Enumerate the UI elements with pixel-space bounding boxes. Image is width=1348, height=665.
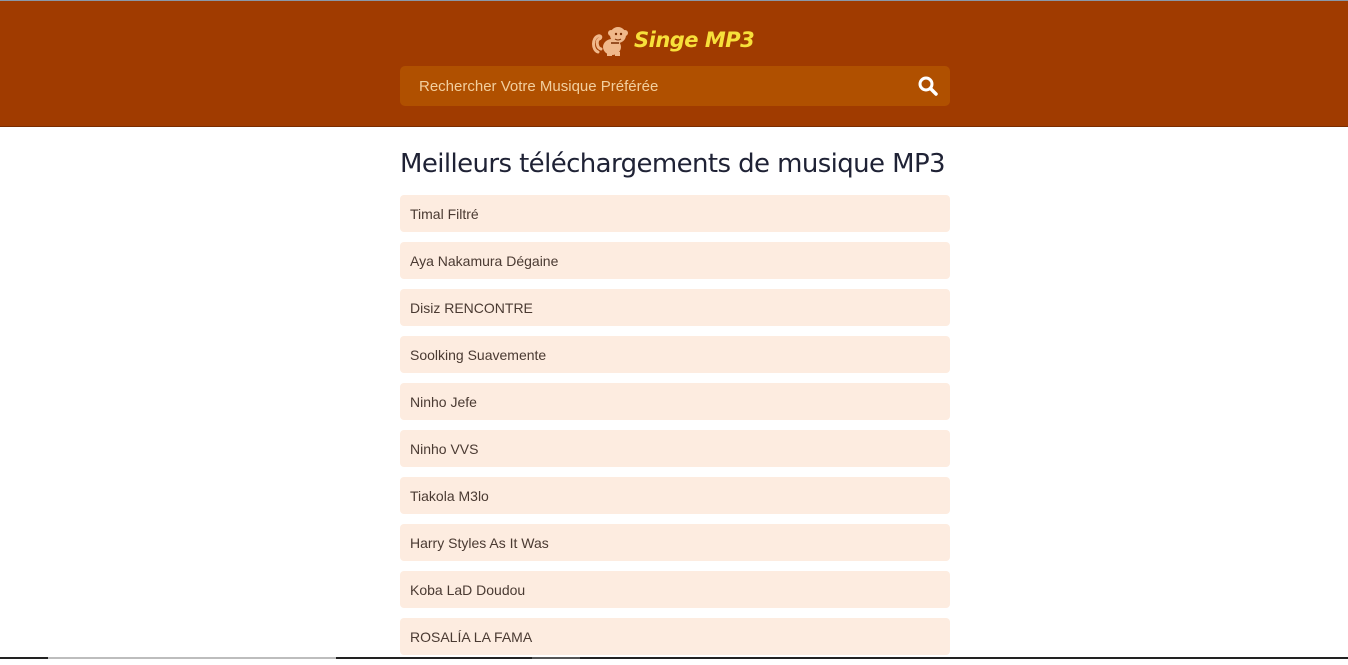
track-list: Timal Filtré Aya Nakamura Dégaine Disiz … xyxy=(400,195,950,655)
monkey-icon xyxy=(592,24,630,56)
track-item[interactable]: Tiakola M3lo xyxy=(400,477,950,514)
search-icon xyxy=(916,76,940,101)
track-item[interactable]: ROSALÍA LA FAMA xyxy=(400,618,950,655)
track-link[interactable]: Tiakola M3lo xyxy=(410,488,489,504)
main-content: Meilleurs téléchargements de musique MP3… xyxy=(400,127,950,665)
track-link[interactable]: Koba LaD Doudou xyxy=(410,582,525,598)
track-link[interactable]: Ninho Jefe xyxy=(410,394,477,410)
track-link[interactable]: Aya Nakamura Dégaine xyxy=(410,253,558,269)
track-item[interactable]: Koba LaD Doudou xyxy=(400,571,950,608)
track-item[interactable]: Soolking Suavemente xyxy=(400,336,950,373)
search-form xyxy=(400,66,950,106)
track-link[interactable]: Timal Filtré xyxy=(410,206,479,222)
site-logo[interactable]: Singe MP3 xyxy=(592,23,755,57)
track-link[interactable]: Disiz RENCONTRE xyxy=(410,300,533,316)
track-link[interactable]: Ninho VVS xyxy=(410,441,478,457)
logo-text: Singe MP3 xyxy=(634,28,755,52)
track-link[interactable]: ROSALÍA LA FAMA xyxy=(410,629,532,645)
track-item[interactable]: Timal Filtré xyxy=(400,195,950,232)
track-item[interactable]: Harry Styles As It Was xyxy=(400,524,950,561)
search-button[interactable] xyxy=(916,74,940,98)
track-item[interactable]: Aya Nakamura Dégaine xyxy=(400,242,950,279)
track-link[interactable]: Harry Styles As It Was xyxy=(410,535,549,551)
site-header: Singe MP3 xyxy=(0,1,1348,127)
track-item[interactable]: Disiz RENCONTRE xyxy=(400,289,950,326)
search-input[interactable] xyxy=(400,66,900,106)
track-item[interactable]: Ninho VVS xyxy=(400,430,950,467)
track-item[interactable]: Ninho Jefe xyxy=(400,383,950,420)
track-link[interactable]: Soolking Suavemente xyxy=(410,347,546,363)
page-title: Meilleurs téléchargements de musique MP3 xyxy=(400,149,946,179)
